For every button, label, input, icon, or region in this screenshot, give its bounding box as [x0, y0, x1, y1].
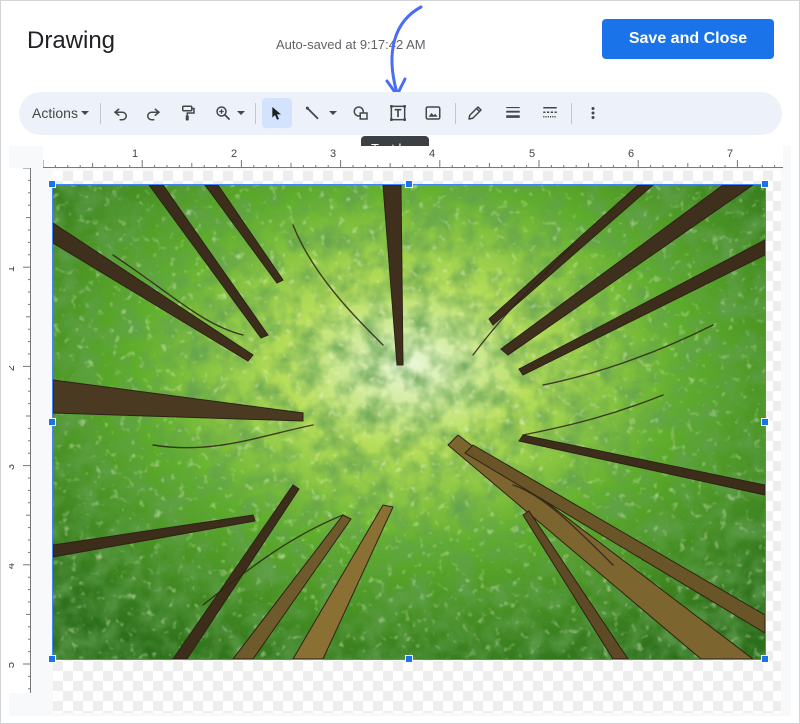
ruler-label: 2	[231, 148, 238, 160]
chevron-down-icon	[80, 111, 89, 115]
more-vert-icon	[591, 107, 595, 119]
ruler-label: 4	[429, 148, 436, 160]
drawing-toolbar: Actions	[19, 92, 782, 135]
undo-button[interactable]	[107, 98, 135, 128]
resize-handle-bottom[interactable]	[405, 655, 413, 663]
image-icon	[425, 106, 441, 120]
line-tool-button[interactable]	[299, 98, 343, 128]
paint-format-button[interactable]	[174, 98, 202, 128]
resize-handle-top[interactable]	[405, 180, 413, 188]
ruler-label: 2	[9, 365, 17, 371]
resize-handle-top-left[interactable]	[48, 180, 56, 188]
forest-canopy-image[interactable]	[53, 185, 765, 659]
cursor-arrow-icon	[272, 107, 281, 120]
shape-icon	[353, 106, 368, 120]
pencil-icon	[468, 106, 482, 120]
paint-roller-icon	[182, 105, 195, 121]
ruler-label: 5	[9, 662, 17, 668]
annotation-arrow-icon	[385, 5, 423, 97]
ruler-label: 3	[330, 148, 337, 160]
text-box-icon	[390, 105, 406, 121]
resize-handle-bottom-left[interactable]	[48, 655, 56, 663]
border-color-button[interactable]	[461, 98, 489, 128]
ruler-label: 1	[9, 266, 17, 272]
dialog-title: Drawing	[27, 27, 116, 54]
more-options-button[interactable]	[580, 98, 606, 128]
line-dash-icon	[543, 107, 557, 118]
toolbar-divider	[255, 103, 256, 124]
toolbar-divider	[455, 103, 456, 124]
ruler-ticks	[42, 160, 783, 168]
border-weight-button[interactable]	[499, 98, 527, 128]
line-icon	[305, 106, 319, 120]
text-box-button[interactable]	[383, 98, 413, 128]
chevron-down-icon	[329, 111, 337, 115]
ruler-label: 3	[9, 464, 17, 470]
redo-icon	[147, 108, 160, 121]
toolbar-divider	[571, 103, 572, 124]
resize-handle-bottom-right[interactable]	[761, 655, 769, 663]
ruler-label: 6	[628, 148, 635, 160]
shape-tool-button[interactable]	[347, 98, 375, 128]
forest-canopy-photo	[53, 185, 765, 659]
actions-menu-button[interactable]: Actions	[27, 98, 95, 128]
zoom-in-icon	[216, 106, 230, 120]
select-tool-button[interactable]	[262, 98, 292, 128]
redo-button[interactable]	[139, 98, 167, 128]
resize-handle-right[interactable]	[761, 418, 769, 426]
zoom-button[interactable]	[209, 98, 251, 128]
toolbar-divider	[100, 103, 101, 124]
vertical-ruler: 1 2 3 4 5	[9, 167, 31, 693]
resize-handle-left[interactable]	[48, 418, 56, 426]
image-button[interactable]	[419, 98, 447, 128]
ruler-label: 7	[727, 148, 734, 160]
ruler-ticks	[23, 167, 31, 693]
ruler-label: 1	[132, 148, 139, 160]
horizontal-ruler: 1 2 3 4 5 6 7	[42, 146, 783, 168]
line-weight-icon	[506, 107, 520, 118]
undo-icon	[114, 108, 127, 121]
resize-handle-top-right[interactable]	[761, 180, 769, 188]
ruler-label: 5	[529, 148, 536, 160]
drawing-dialog: Drawing Auto-saved at 9:17:42 AM Save an…	[0, 0, 800, 724]
border-dash-button[interactable]	[536, 98, 564, 128]
ruler-label: 4	[9, 563, 17, 569]
actions-label: Actions	[32, 105, 78, 121]
chevron-down-icon	[237, 111, 245, 115]
save-and-close-button[interactable]: Save and Close	[602, 19, 774, 59]
